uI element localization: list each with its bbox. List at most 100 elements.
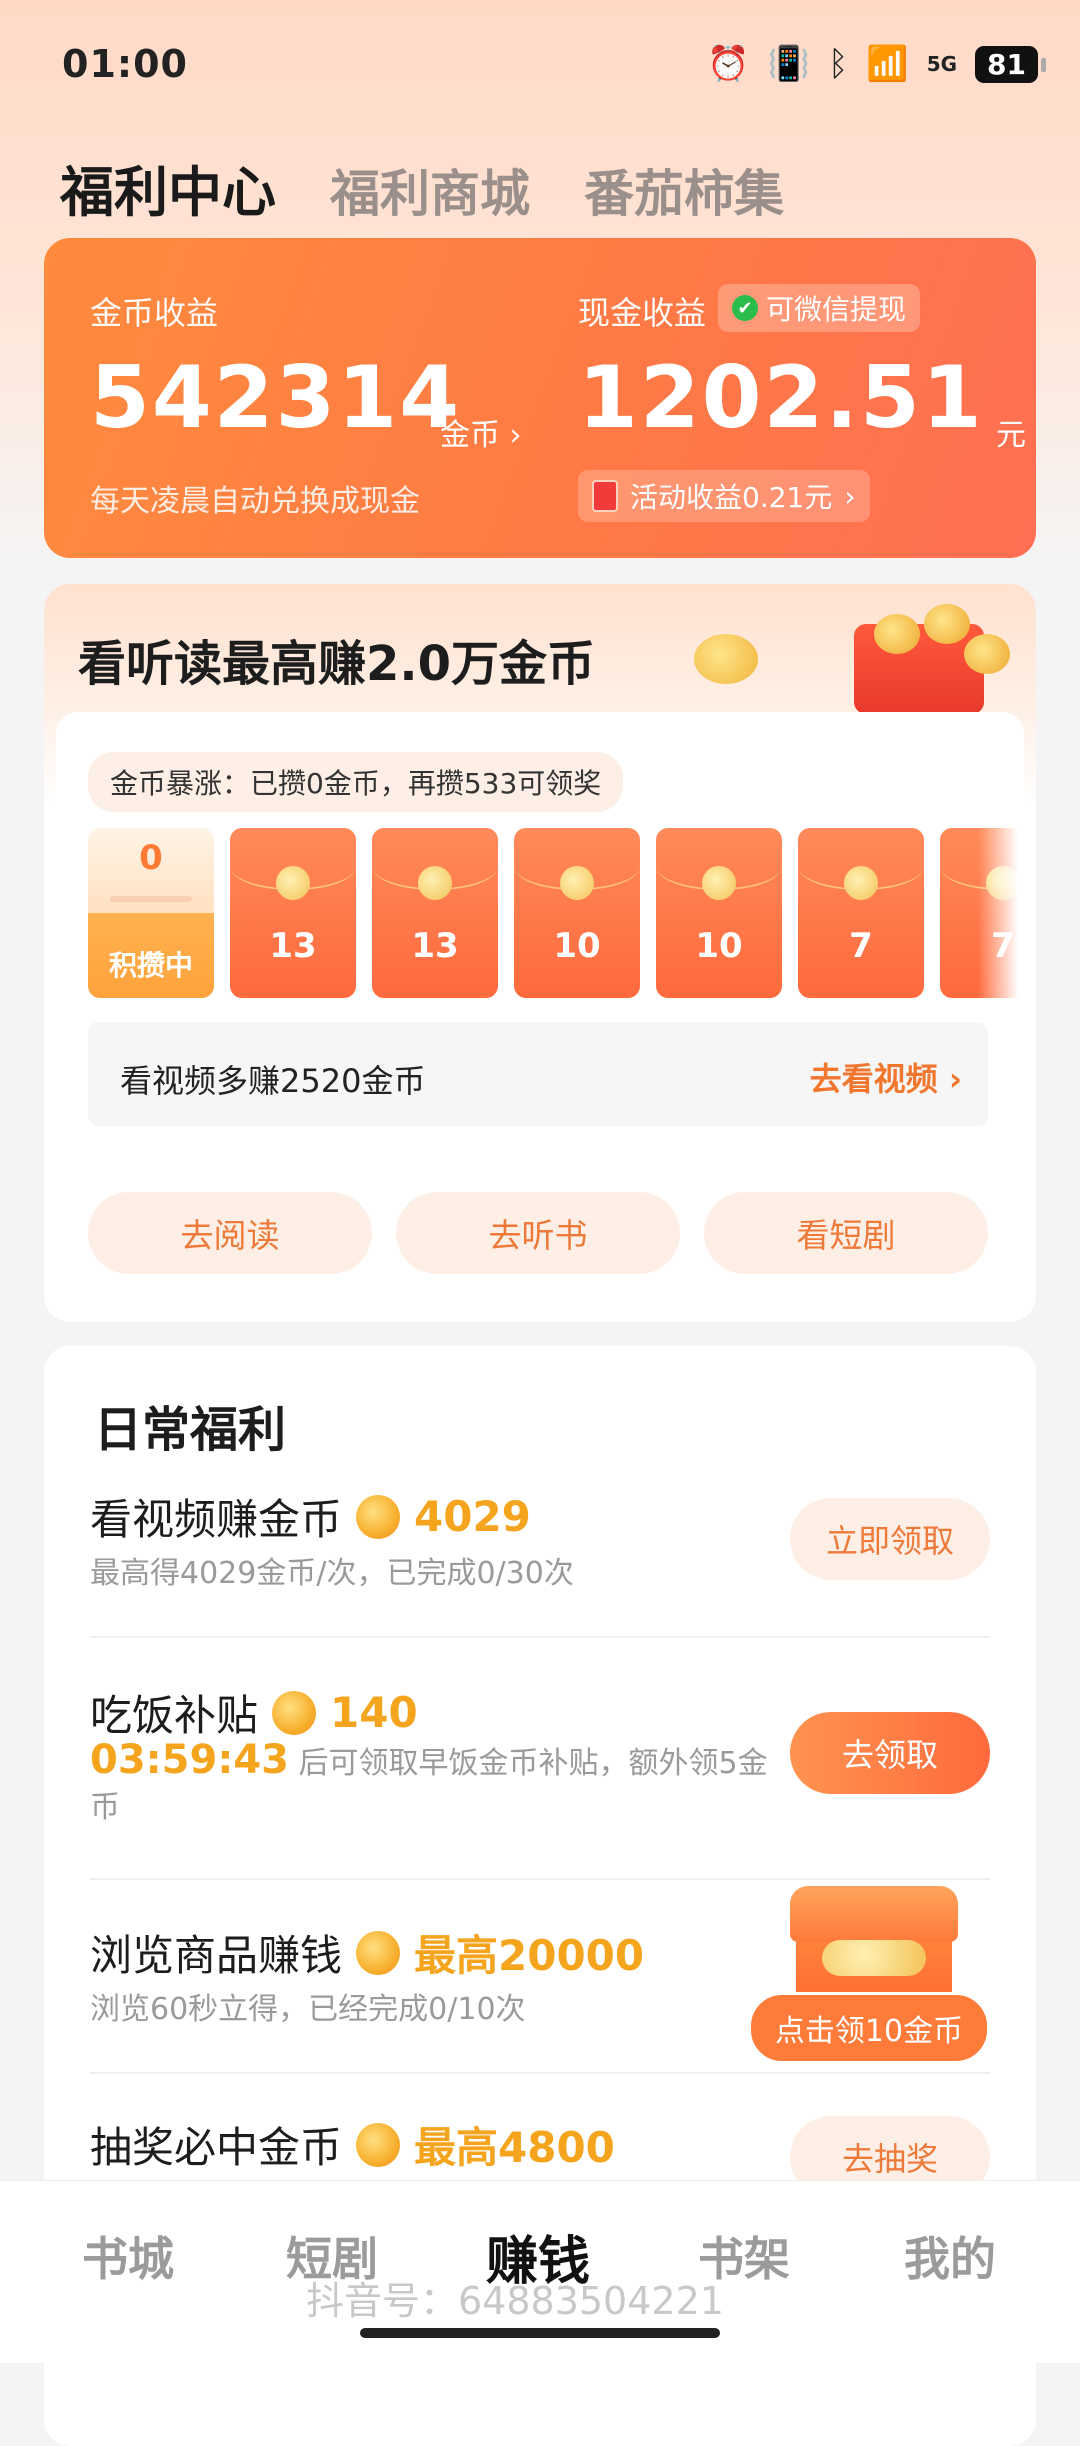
- red-packet-icon: [592, 480, 618, 512]
- task-subtitle: 最高得4029金币/次，已完成0/30次: [90, 1548, 574, 1592]
- network-label: 5G: [927, 52, 957, 76]
- watch-video-link[interactable]: 去看视频 ›: [810, 1054, 962, 1100]
- earnings-card: 金币收益 542314 金币 › 每天凌晨自动兑换成现金 现金收益 ✔ 可微信提…: [44, 238, 1036, 558]
- reading-card-title: 看听读最高赚2.0万金币: [78, 624, 595, 694]
- daily-benefits-title: 日常福利: [94, 1390, 286, 1460]
- task-title: 抽奖必中金币 最高4800: [90, 2114, 615, 2175]
- task-title: 浏览商品赚钱 最高20000: [90, 1922, 644, 1983]
- activity-earnings-label: 活动收益0.21元: [630, 476, 832, 516]
- task-title-label: 浏览商品赚钱: [90, 1922, 342, 1983]
- packet-label: 积攒中: [88, 944, 214, 984]
- task-title: 吃饭补贴 140: [90, 1682, 418, 1743]
- chevron-right-icon: ›: [844, 480, 855, 513]
- packet-value: 13: [372, 926, 498, 966]
- red-packet[interactable]: 7: [798, 828, 924, 998]
- listen-button[interactable]: 去听书: [396, 1192, 680, 1274]
- status-bar: 01:00 ⏰ 📳 ᛒ 📶 5G 81: [0, 0, 1080, 130]
- countdown-timer: 03:59:43: [90, 1737, 289, 1783]
- gold-coin-icon: [272, 1691, 316, 1735]
- packet-value: 13: [230, 926, 356, 966]
- bluetooth-icon: ᛒ: [828, 44, 848, 84]
- task-browse-products: 浏览商品赚钱 最高20000 浏览60秒立得，已经完成0/10次 点击领10金币: [90, 1922, 990, 2042]
- task-title-label: 吃饭补贴: [90, 1682, 258, 1743]
- reading-actions: 去阅读 去听书 看短剧: [88, 1192, 988, 1276]
- coin-icon: [560, 866, 594, 900]
- status-time: 01:00: [62, 42, 188, 86]
- task-watch-video: 看视频赚金币 4029 最高得4029金币/次，已完成0/30次 立即领取: [90, 1486, 990, 1606]
- coin-boost-progress: 金币暴涨：已攒0金币，再攒533可领奖: [88, 752, 623, 812]
- gold-coin-icon: [356, 1931, 400, 1975]
- wechat-icon: ✔: [732, 295, 758, 321]
- nav-bookstore[interactable]: 书城: [48, 2223, 208, 2289]
- reading-rewards-card: 看听读最高赚2.0万金币 金币暴涨：已攒0金币，再攒533可领奖 0 积攒中 1…: [44, 584, 1036, 1322]
- task-meal-subsidy: 吃饭补贴 140 03:59:43 后可领取早饭金币补贴，额外领5金币 去领取: [90, 1682, 990, 1822]
- cash-earnings-value: 1202.51: [578, 348, 984, 448]
- gold-coin-icon: [356, 1495, 400, 1539]
- chevron-right-icon: ›: [510, 418, 522, 453]
- battery-icon: 81: [975, 46, 1038, 83]
- top-tabs: 福利中心 福利商城 番茄柿集: [60, 148, 784, 227]
- coin-icon: [276, 866, 310, 900]
- watch-video-label: 去看视频: [810, 1060, 938, 1098]
- wifi-icon: 📶: [866, 44, 908, 84]
- red-packet-coins-icon: [814, 604, 1014, 724]
- claim-now-button[interactable]: 立即领取: [790, 1498, 990, 1580]
- packet-value: 10: [514, 926, 640, 966]
- tab-welfare-center[interactable]: 福利中心: [60, 148, 276, 227]
- claim-10-coins-button[interactable]: 点击领10金币: [748, 1992, 990, 2064]
- coin-earnings-label: 金币收益: [90, 288, 218, 334]
- home-indicator[interactable]: [360, 2328, 720, 2338]
- douyin-watermark: 抖音号：64883504221: [306, 2270, 724, 2325]
- coin-note: 每天凌晨自动兑换成现金: [90, 476, 420, 520]
- status-icons: ⏰ 📳 ᛒ 📶 5G 81: [707, 44, 1038, 84]
- divider: [90, 2072, 990, 2074]
- red-packet[interactable]: 13: [372, 828, 498, 998]
- task-title-label: 看视频赚金币: [90, 1486, 342, 1547]
- coin-icon: [418, 866, 452, 900]
- task-reward: 最高20000: [414, 1922, 644, 1983]
- red-packet[interactable]: 10: [514, 828, 640, 998]
- chevron-right-icon: ›: [949, 1060, 962, 1098]
- cash-earnings-label: 现金收益: [578, 288, 706, 334]
- watch-video-text: 看视频多赚2520金币: [120, 1056, 425, 1102]
- packet-value: 0: [88, 838, 214, 878]
- task-reward: 140: [330, 1688, 418, 1737]
- reading-card-inner: 金币暴涨：已攒0金币，再攒533可领奖 0 积攒中 13 13 10 10 7 …: [56, 712, 1024, 1310]
- gold-coin-icon: [356, 2123, 400, 2167]
- red-packet[interactable]: 13: [230, 828, 356, 998]
- coin-unit: 金币 ›: [440, 410, 522, 454]
- go-claim-button[interactable]: 去领取: [790, 1712, 990, 1794]
- read-button[interactable]: 去阅读: [88, 1192, 372, 1274]
- tab-welfare-mall[interactable]: 福利商城: [330, 154, 530, 226]
- red-packet[interactable]: 10: [656, 828, 782, 998]
- tab-tomato-market[interactable]: 番茄柿集: [584, 154, 784, 226]
- cash-unit-label: 元: [996, 418, 1026, 453]
- cash-unit: 元 ›: [996, 410, 1036, 454]
- wechat-withdraw-label: 可微信提现: [766, 288, 906, 328]
- task-title-label: 抽奖必中金币: [90, 2114, 342, 2175]
- coin-icon: [702, 866, 736, 900]
- alarm-icon: ⏰: [707, 44, 749, 84]
- short-drama-button[interactable]: 看短剧: [704, 1192, 988, 1274]
- nav-me[interactable]: 我的: [870, 2223, 1030, 2289]
- task-reward: 最高4800: [414, 2114, 615, 2175]
- divider: [90, 1636, 990, 1638]
- treasure-chest-icon[interactable]: 点击领10金币: [774, 1880, 974, 2030]
- task-subtitle: 03:59:43 后可领取早饭金币补贴，额外领5金币: [90, 1738, 790, 1830]
- wechat-withdraw-badge[interactable]: ✔ 可微信提现: [718, 284, 920, 332]
- coin-icon: [844, 866, 878, 900]
- gold-coin-icon: [694, 634, 758, 684]
- red-packet-accumulating[interactable]: 0 积攒中: [88, 828, 214, 998]
- coin-earnings-value: 542314: [90, 348, 461, 448]
- task-reward: 4029: [414, 1492, 531, 1541]
- activity-earnings-pill[interactable]: 活动收益0.21元 ›: [578, 470, 870, 522]
- coin-unit-label: 金币: [440, 418, 500, 453]
- packet-value: 10: [656, 926, 782, 966]
- packet-value: 7: [798, 926, 924, 966]
- vibrate-icon: 📳: [768, 44, 810, 84]
- task-title: 看视频赚金币 4029: [90, 1486, 531, 1547]
- watch-video-row[interactable]: 看视频多赚2520金币 去看视频 ›: [88, 1022, 988, 1126]
- task-subtitle: 浏览60秒立得，已经完成0/10次: [90, 1984, 526, 2028]
- packet-progress-bar: [110, 896, 192, 902]
- red-packet-row: 0 积攒中 13 13 10 10 7 7: [88, 822, 1018, 998]
